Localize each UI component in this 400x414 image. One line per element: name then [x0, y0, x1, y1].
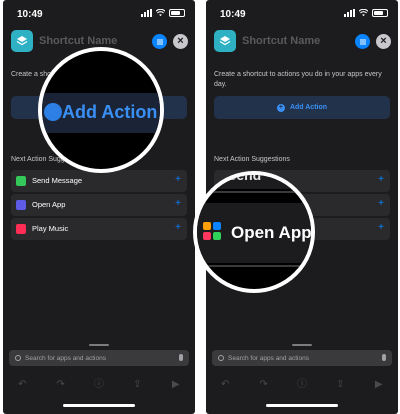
status-icons [344, 9, 388, 17]
signal-icon [141, 9, 152, 17]
shortcut-name-field[interactable]: Shortcut Name [39, 35, 117, 47]
search-icon [15, 355, 21, 361]
microphone-icon[interactable] [179, 354, 183, 361]
settings-button[interactable] [355, 34, 370, 49]
suggestions-title: Next Action Suggestions [214, 156, 290, 163]
add-suggestion-button[interactable]: + [175, 198, 181, 209]
bottom-toolbar: ↶ ↷ ⓘ ⇪ ▶ [206, 374, 398, 396]
info-icon[interactable]: ⓘ [94, 380, 104, 390]
add-suggestion-button[interactable]: + [175, 222, 181, 233]
undo-icon[interactable]: ↶ [220, 380, 230, 390]
home-indicator [63, 404, 135, 407]
bottom-toolbar: ↶ ↷ ⓘ ⇪ ▶ [3, 374, 195, 396]
sliders-icon [156, 39, 163, 44]
app-grid-icon [203, 222, 221, 240]
shortcut-name-field[interactable]: Shortcut Name [242, 35, 320, 47]
play-icon[interactable]: ▶ [171, 380, 181, 390]
microphone-icon[interactable] [382, 354, 386, 361]
suggestion-open-app[interactable]: Open App + [11, 194, 187, 216]
share-icon[interactable]: ⇪ [132, 380, 142, 390]
home-indicator [266, 404, 338, 407]
status-icons [141, 9, 185, 17]
suggestion-label: Send Message [32, 176, 83, 185]
info-icon[interactable]: ⓘ [297, 380, 307, 390]
app-grid-icon [16, 200, 26, 210]
wifi-icon [359, 9, 368, 17]
redo-icon[interactable]: ↷ [56, 380, 66, 390]
wifi-icon [156, 9, 165, 17]
add-suggestion-button[interactable]: + [378, 174, 384, 185]
sliders-icon [359, 39, 366, 44]
editor-header: Shortcut Name × [206, 30, 398, 54]
search-field[interactable]: Search for apps and actions [212, 350, 392, 366]
magnified-open-app-label: Open App [231, 223, 312, 242]
status-time: 10:49 [17, 9, 43, 20]
close-button[interactable]: × [376, 34, 391, 49]
battery-icon [372, 9, 388, 17]
message-icon [16, 176, 26, 186]
undo-icon[interactable]: ↶ [17, 380, 27, 390]
magnified-add-action-label: Add Action [62, 102, 158, 122]
close-button[interactable]: × [173, 34, 188, 49]
redo-icon[interactable]: ↷ [259, 380, 269, 390]
search-icon [218, 355, 224, 361]
sheet-grabber[interactable] [89, 344, 109, 346]
shortcut-layers-icon[interactable] [214, 30, 236, 52]
status-bar: 10:49 [3, 0, 195, 28]
shortcut-layers-icon[interactable] [11, 30, 33, 52]
sheet-grabber[interactable] [292, 344, 312, 346]
magnifier-add-action: Add Action [38, 47, 164, 173]
description-text: Create a shortcut to actions you do in y… [214, 71, 382, 88]
search-placeholder: Search for apps and actions [228, 354, 309, 362]
magnified-plus-icon [44, 103, 62, 121]
magnified-send-row: Send [197, 175, 311, 189]
battery-icon [169, 9, 185, 17]
suggestion-play-music[interactable]: Play Music + [11, 218, 187, 240]
magnified-divider [197, 191, 311, 193]
suggestion-label: Play Music [32, 224, 69, 233]
magnified-divider [197, 265, 311, 267]
add-suggestion-button[interactable]: + [175, 174, 181, 185]
share-icon[interactable]: ⇪ [335, 380, 345, 390]
plus-circle-icon: + [276, 103, 285, 112]
signal-icon [344, 9, 355, 17]
add-suggestion-button[interactable]: + [378, 222, 384, 233]
magnifier-open-app: Send Open App [193, 171, 315, 293]
suggestion-label: Open App [32, 200, 66, 209]
music-icon [16, 224, 26, 234]
add-action-button[interactable]: + Add Action [214, 96, 390, 119]
play-icon[interactable]: ▶ [374, 380, 384, 390]
status-time: 10:49 [220, 9, 246, 20]
settings-button[interactable] [152, 34, 167, 49]
add-suggestion-button[interactable]: + [378, 198, 384, 209]
search-placeholder: Search for apps and actions [25, 354, 106, 362]
add-action-label: Add Action [289, 104, 328, 111]
suggestions-list: Send Message + Open App + Play Music + [11, 170, 187, 242]
search-field[interactable]: Search for apps and actions [9, 350, 189, 366]
status-bar: 10:49 [206, 0, 398, 28]
suggestion-send-message[interactable]: Send Message + [11, 170, 187, 192]
